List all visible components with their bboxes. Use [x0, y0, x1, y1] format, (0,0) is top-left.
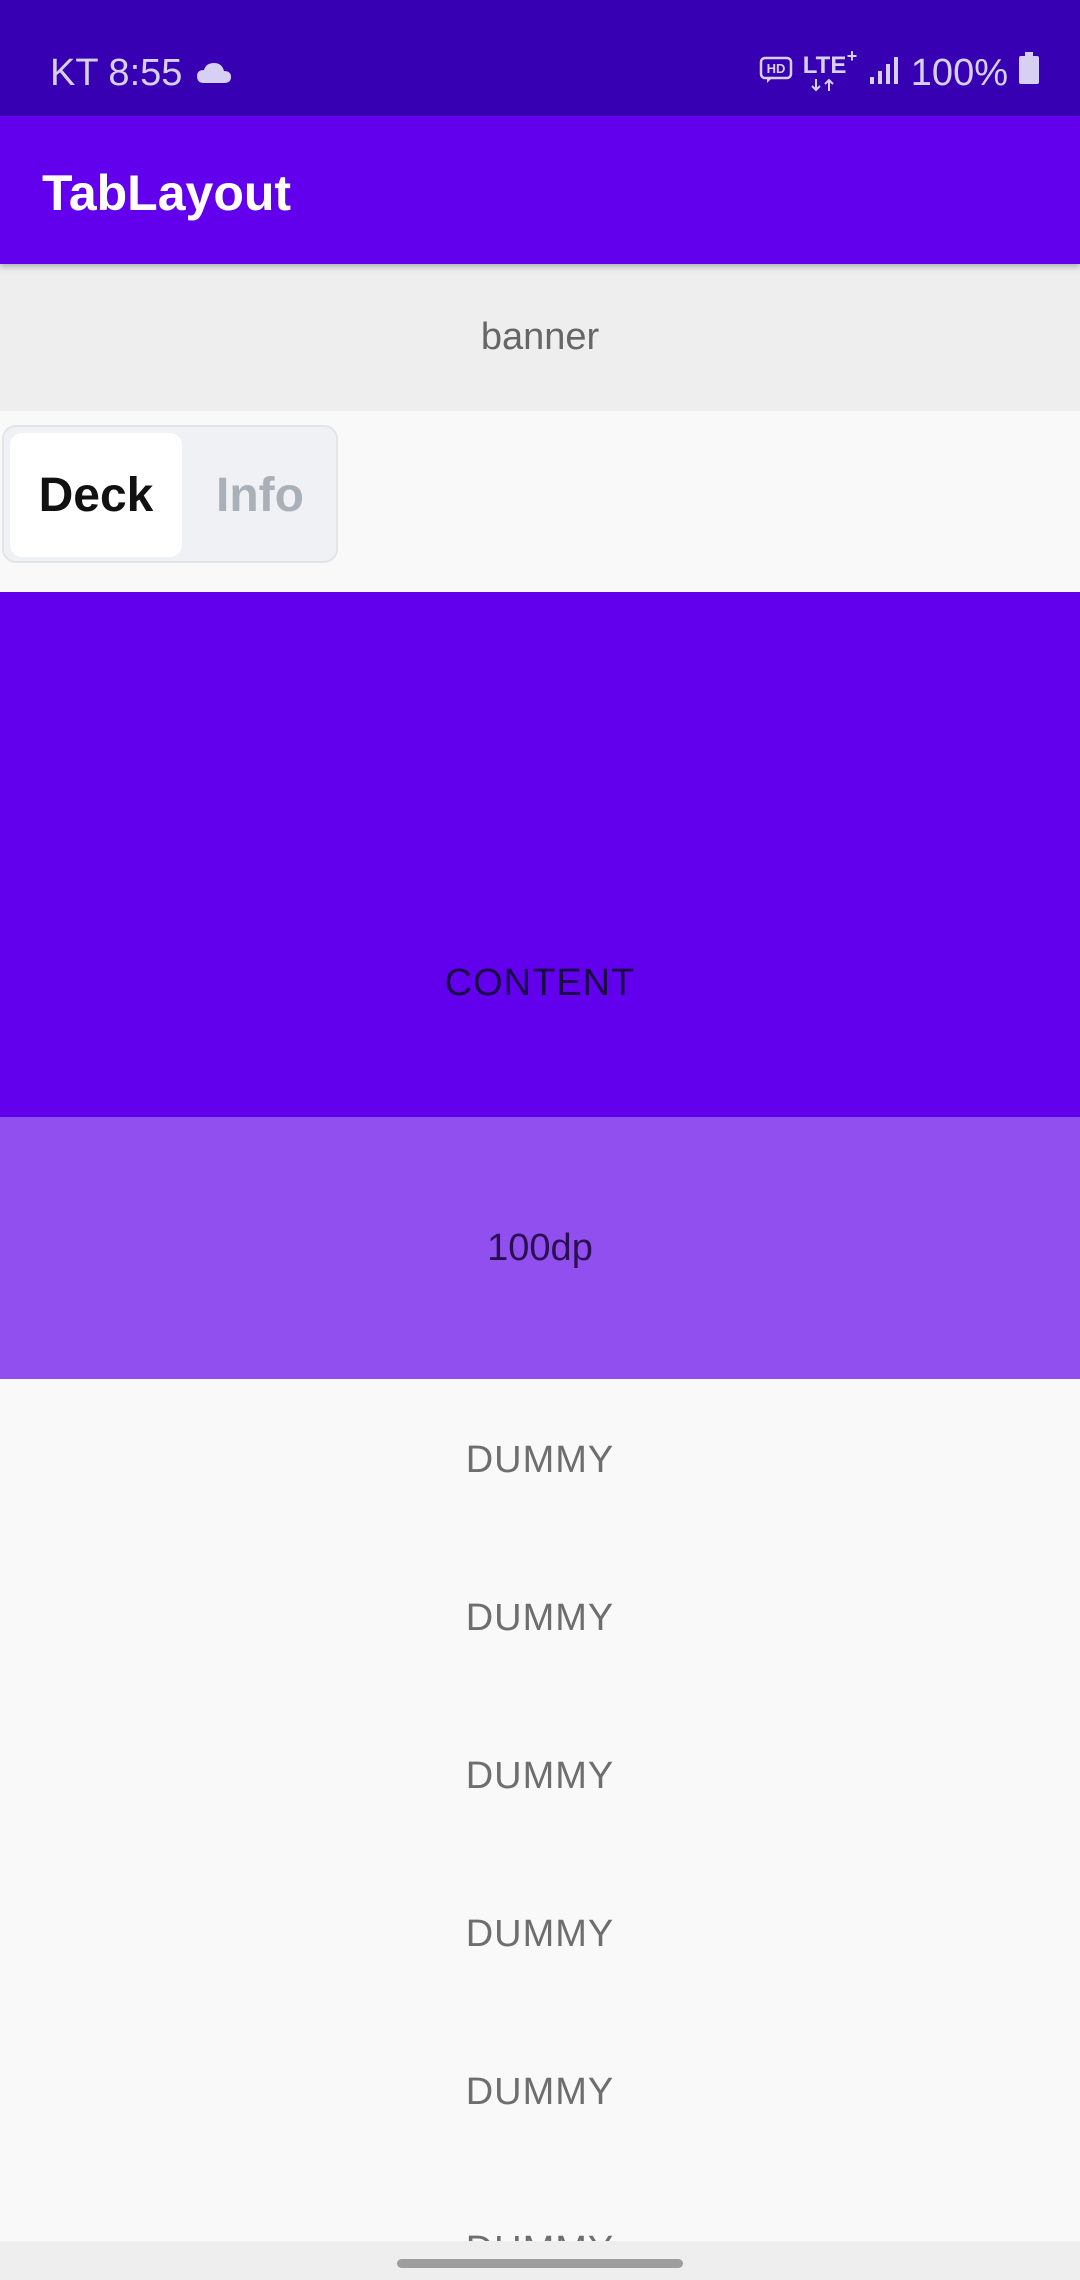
banner-label: banner — [480, 316, 600, 358]
content-label: CONTENT — [444, 962, 636, 1004]
content-panel: CONTENT — [0, 592, 1080, 1117]
status-bar: KT 8:55 HD LTE + 100% — [0, 0, 1080, 116]
status-right: HD LTE + 100% — [749, 46, 1040, 96]
list-item: DUMMY — [0, 2042, 1080, 2142]
app-bar: TabLayout — [0, 116, 1080, 264]
svg-text:HD: HD — [766, 61, 785, 76]
hd-icon: HD — [759, 52, 793, 95]
list-item: DUMMY — [0, 2200, 1080, 2242]
tab-deck-label: Deck — [38, 468, 154, 522]
banner: banner — [0, 264, 1080, 411]
navigation-bar — [0, 2241, 1080, 2280]
tab-segmented-control: Deck Info — [2, 425, 338, 563]
list-item-label: DUMMY — [465, 1596, 615, 1639]
list-item: DUMMY — [0, 1726, 1080, 1826]
list-item: DUMMY — [0, 1884, 1080, 1984]
tab-info[interactable]: Info — [184, 433, 336, 557]
list-item: DUMMY — [0, 1568, 1080, 1668]
home-gesture-handle[interactable] — [397, 2259, 683, 2268]
tab-deck[interactable]: Deck — [10, 433, 182, 557]
screen: KT 8:55 HD LTE + 100% TabLayout banner D… — [0, 0, 1080, 2280]
list-item-label: DUMMY — [465, 1438, 615, 1481]
tab-info-label: Info — [216, 468, 304, 522]
signal-icon — [869, 52, 901, 95]
cloud-icon — [196, 52, 232, 95]
carrier-time: KT 8:55 — [50, 52, 183, 94]
app-title: TabLayout — [42, 165, 292, 221]
tab-layout: Deck Info — [0, 411, 1080, 592]
dummy-list[interactable]: DUMMY DUMMY DUMMY DUMMY DUMMY DUMMY — [0, 1379, 1080, 2241]
block-100dp-label: 100dp — [487, 1226, 593, 1269]
list-item-label: DUMMY — [465, 1912, 615, 1955]
lte-label: LTE — [802, 52, 847, 79]
battery-percent: 100% — [910, 52, 1008, 94]
list-item-label: DUMMY — [465, 2070, 615, 2113]
lte-plus: + — [846, 46, 858, 66]
battery-icon — [1018, 51, 1040, 95]
status-left: KT 8:55 — [50, 50, 232, 96]
list-item: DUMMY — [0, 1410, 1080, 1510]
list-item-label: DUMMY — [465, 1754, 615, 1797]
lte-icon: LTE + — [802, 46, 859, 96]
block-100dp: 100dp — [0, 1117, 1080, 1379]
list-item-label: DUMMY — [466, 2229, 615, 2242]
